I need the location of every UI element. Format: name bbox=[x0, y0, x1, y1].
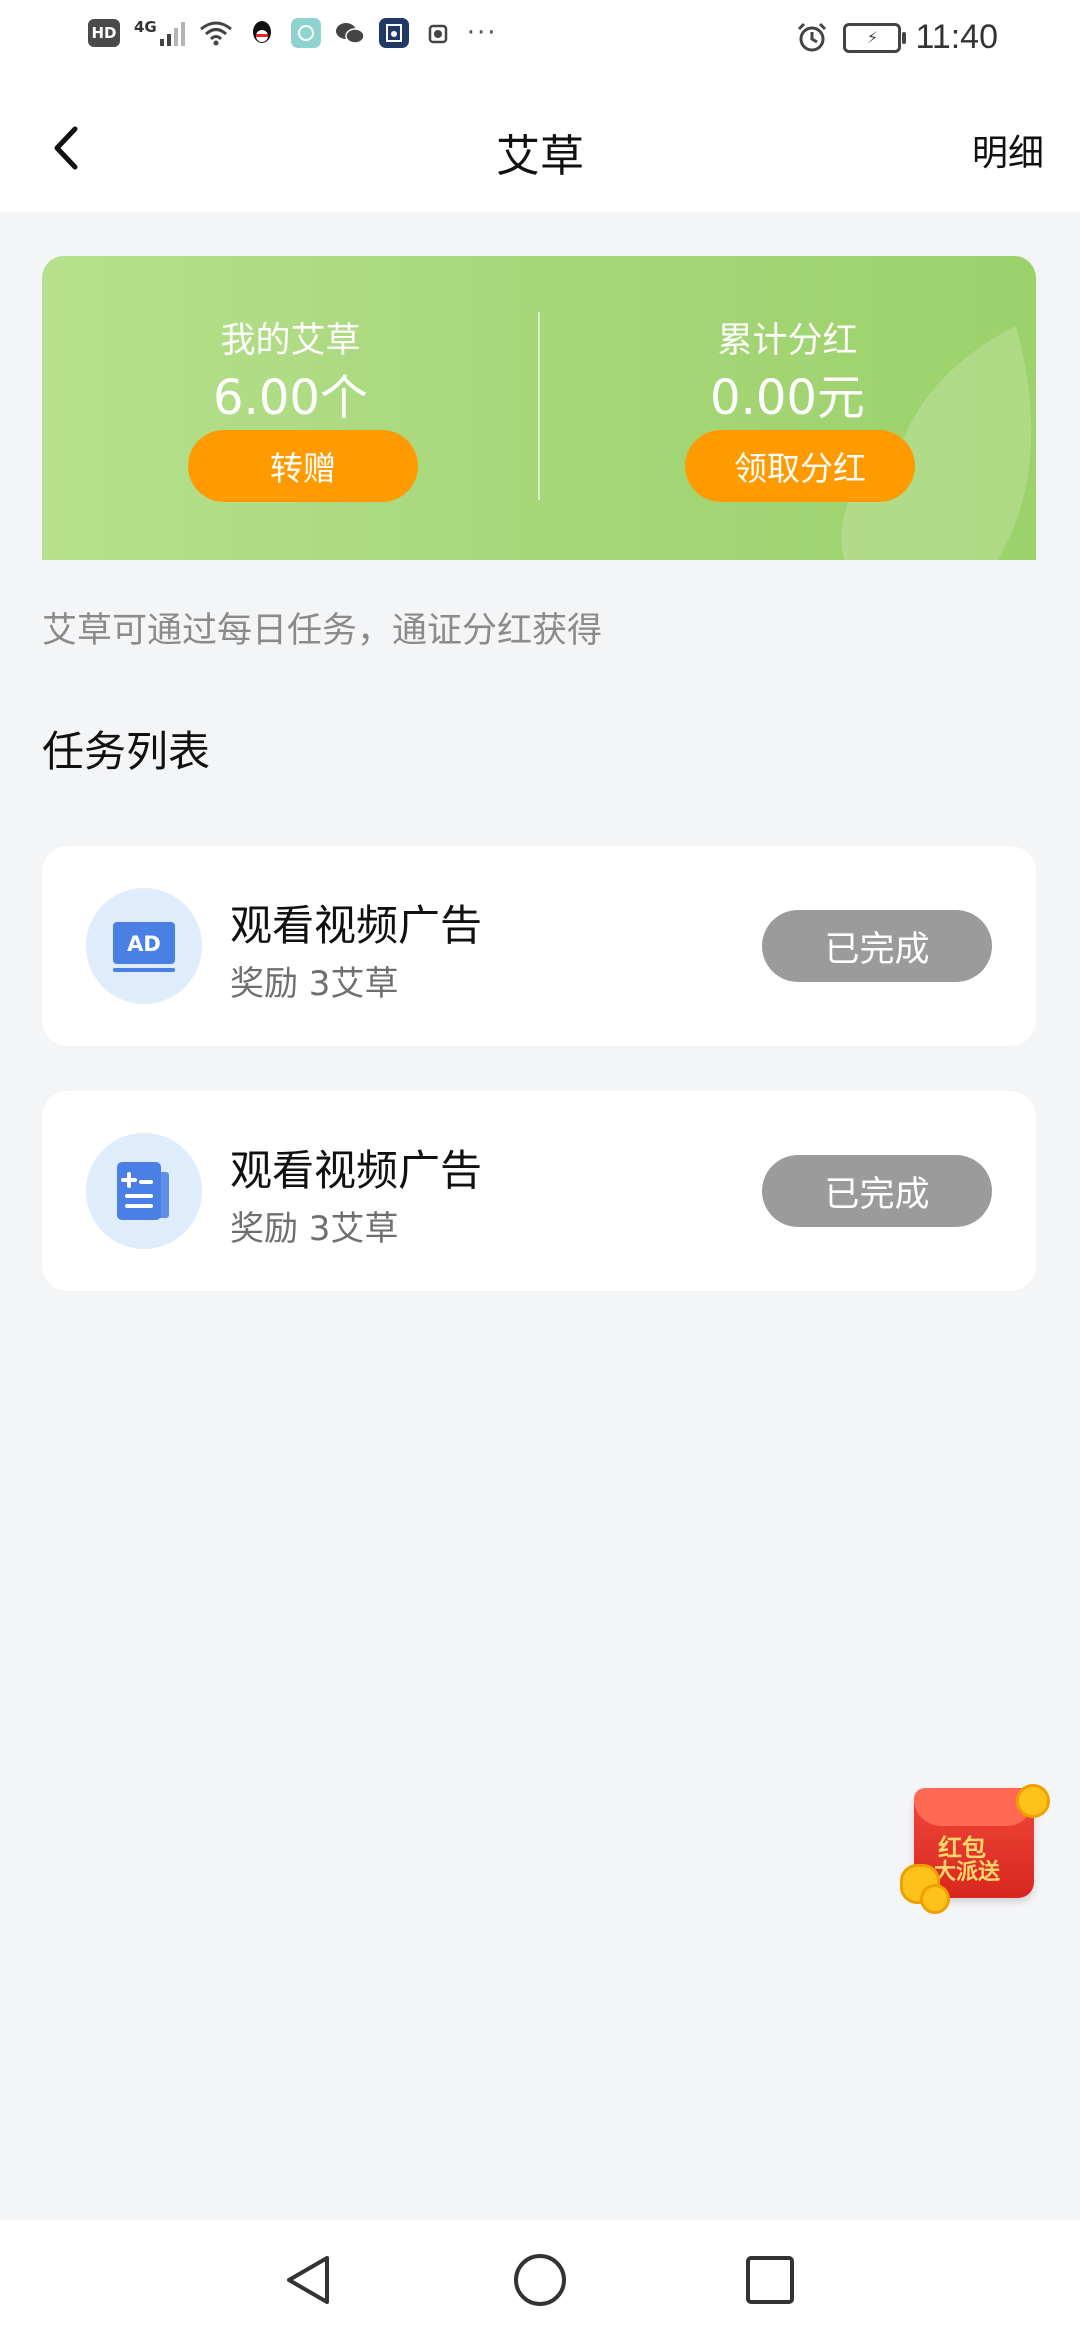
hint-text: 艾草可通过每日任务，通证分红获得 bbox=[42, 611, 603, 651]
detail-button[interactable]: 明细 bbox=[972, 124, 1044, 176]
task-reward: 奖励 3艾草 bbox=[230, 1209, 399, 1249]
app-header: 艾草 明细 bbox=[0, 84, 1080, 212]
wechat-icon bbox=[334, 18, 365, 48]
task-title: 观看视频广告 bbox=[230, 1146, 483, 1195]
ad-icon: AD bbox=[86, 888, 202, 1004]
circle-home-icon bbox=[514, 2254, 566, 2306]
task-status-button[interactable]: 已完成 bbox=[762, 1155, 992, 1227]
svg-text:AD: AD bbox=[127, 932, 161, 956]
nav-back-button[interactable] bbox=[276, 2248, 340, 2312]
square-recents-icon bbox=[746, 2256, 794, 2304]
task-status-button[interactable]: 已完成 bbox=[762, 910, 992, 982]
wifi-icon bbox=[199, 21, 232, 46]
red-packet-line2: 大派送 bbox=[934, 1860, 1001, 1885]
red-packet-promo-button[interactable]: 红包 大派送 bbox=[900, 1780, 1056, 1916]
triangle-back-icon bbox=[287, 2256, 329, 2304]
my-aicao-panel: 我的艾草 6.00个 转赠 bbox=[42, 256, 539, 560]
my-aicao-label: 我的艾草 bbox=[220, 321, 361, 361]
dividend-panel: 累计分红 0.00元 领取分红 bbox=[539, 256, 1036, 560]
page-title: 艾草 bbox=[496, 131, 584, 182]
hd-icon: HD bbox=[88, 19, 120, 47]
task-title: 观看视频广告 bbox=[230, 901, 483, 950]
task-card: 观看视频广告 奖励 3艾草 已完成 bbox=[42, 1091, 1036, 1291]
transfer-button[interactable]: 转赠 bbox=[188, 430, 418, 502]
nav-home-button[interactable] bbox=[508, 2248, 572, 2312]
alarm-icon bbox=[798, 22, 827, 51]
dividend-label: 累计分红 bbox=[717, 321, 858, 361]
task-reward: 奖励 3艾草 bbox=[230, 964, 399, 1004]
red-packet-flap bbox=[914, 1788, 1034, 1826]
network-type-label: 4G bbox=[134, 18, 157, 36]
my-aicao-value: 6.00个 bbox=[213, 370, 368, 426]
claim-dividend-button[interactable]: 领取分红 bbox=[685, 430, 915, 502]
status-time: 11:40 bbox=[915, 18, 998, 56]
dividend-value: 0.00元 bbox=[710, 370, 865, 426]
status-bar: HD 4G ··· ⚡ 11:40 bbox=[0, 0, 1080, 84]
task-card: AD 观看视频广告 奖励 3艾草 已完成 bbox=[42, 846, 1036, 1046]
app-icon-cup bbox=[422, 18, 453, 48]
document-add-icon bbox=[86, 1133, 202, 1249]
app-icon-teal bbox=[290, 18, 321, 48]
system-nav-bar bbox=[0, 2220, 1080, 2340]
coin-icon bbox=[920, 1884, 950, 1914]
balance-banner: 我的艾草 6.00个 转赠 累计分红 0.00元 领取分红 bbox=[42, 256, 1036, 560]
status-icons-right: ⚡ 11:40 bbox=[795, 18, 998, 57]
qq-icon bbox=[246, 18, 277, 48]
more-notifications-icon: ··· bbox=[466, 18, 498, 48]
nav-recents-button[interactable] bbox=[738, 2248, 802, 2312]
coin-icon bbox=[1016, 1784, 1050, 1818]
status-icons-left: HD 4G ··· bbox=[88, 18, 498, 48]
battery-icon: ⚡ bbox=[843, 22, 907, 53]
signal-icon: 4G bbox=[134, 18, 185, 46]
app-icon-navy bbox=[378, 18, 409, 48]
task-list-title: 任务列表 bbox=[42, 727, 211, 776]
